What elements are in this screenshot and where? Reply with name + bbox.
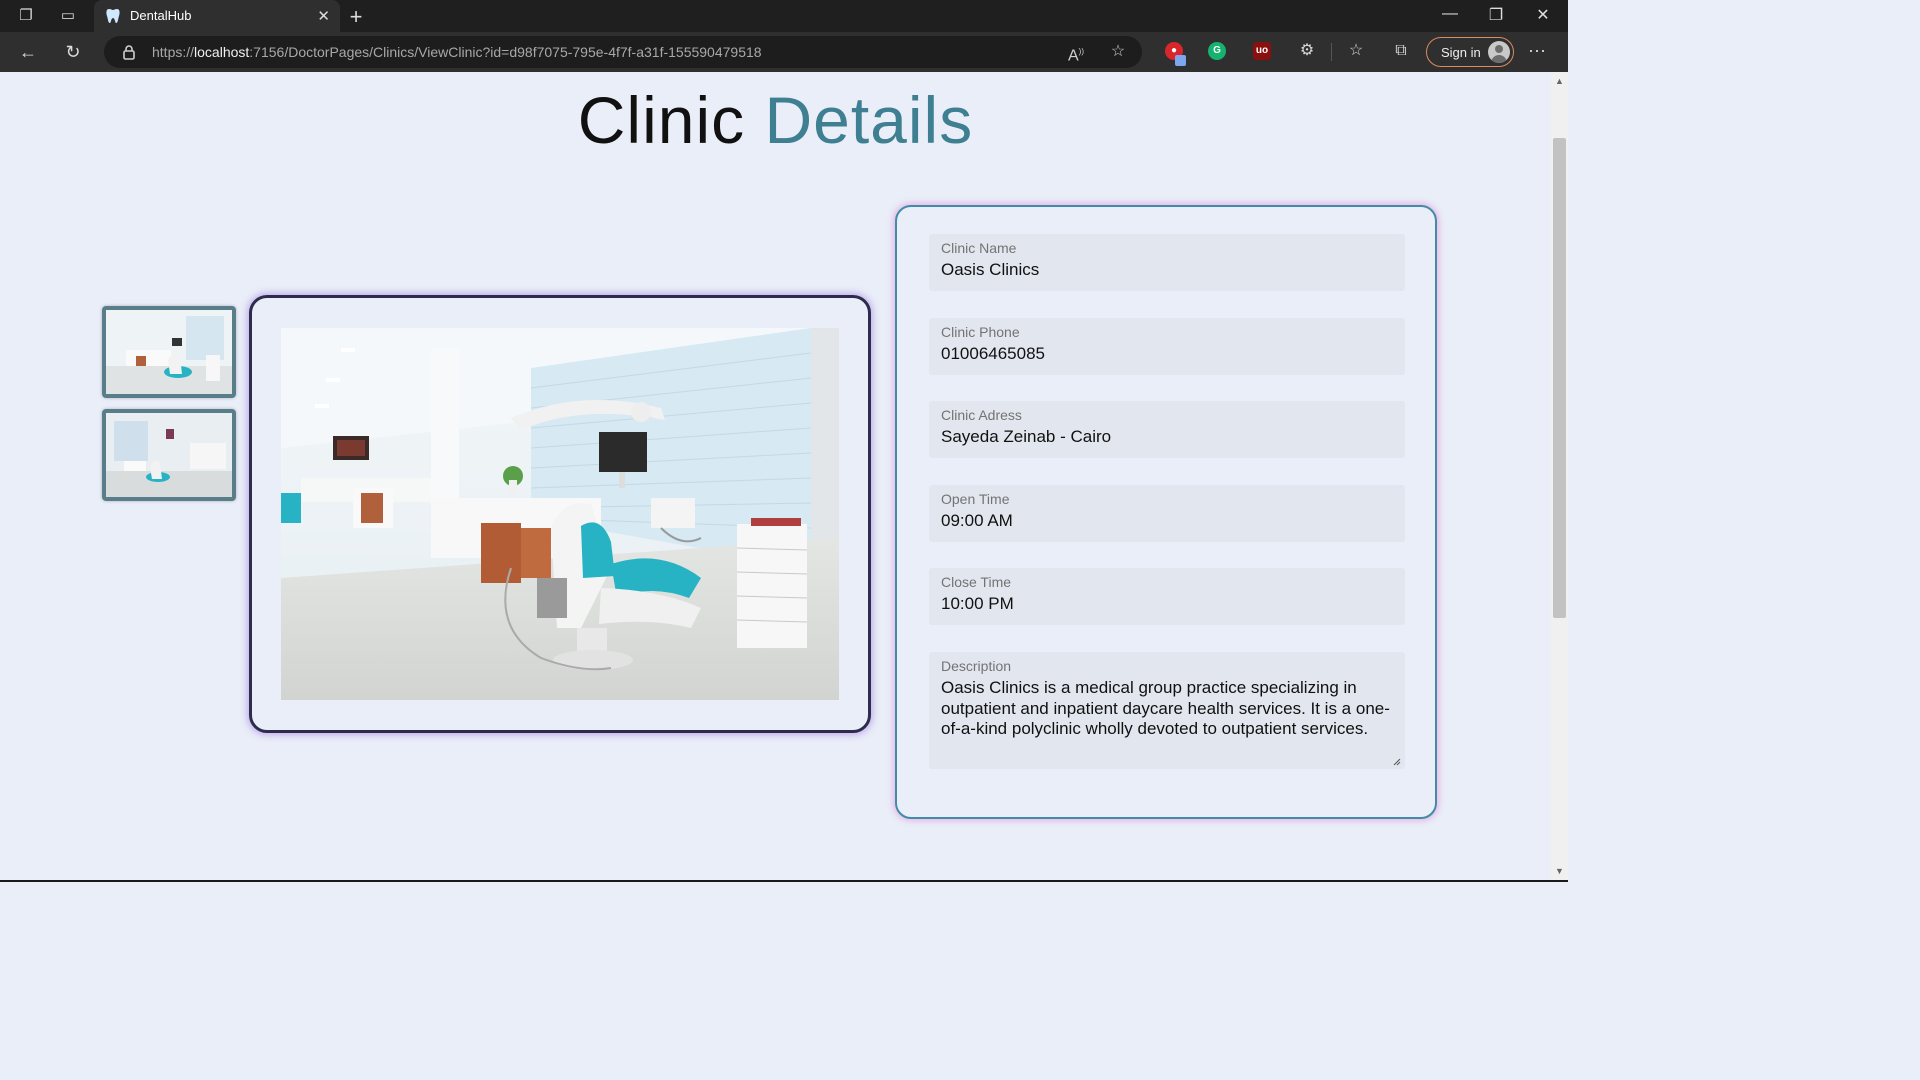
browser-titlebar: ❐ ▭ DentalHub ✕ + — ❐ ✕ [0, 0, 1568, 32]
clinic-phone-label: Clinic Phone [941, 324, 1020, 340]
page-title: Clinic Details [0, 82, 1551, 158]
minimize-icon[interactable]: — [1435, 5, 1465, 23]
sign-in-button[interactable]: Sign in [1426, 37, 1514, 67]
resize-grip-icon[interactable] [1393, 758, 1401, 766]
description-textarea[interactable]: Description Oasis Clinics is a medical g… [929, 652, 1405, 769]
tooth-icon [106, 9, 120, 23]
tab-title: DentalHub [130, 8, 192, 23]
close-time-value: 10:00 PM [941, 594, 1014, 613]
clinic-name-label: Clinic Name [941, 240, 1017, 256]
more-menu-icon[interactable]: ··· [1528, 40, 1546, 61]
sign-in-label: Sign in [1441, 45, 1481, 60]
page-title-part1: Clinic [577, 83, 746, 157]
clinic-name-value: Oasis Clinics [941, 260, 1040, 279]
page-title-part2: Details [764, 83, 974, 157]
new-tab-icon[interactable]: + [345, 4, 367, 30]
tab-actions-icon[interactable]: ▭ [58, 6, 78, 26]
clinic-address-value: Sayeda Zeinab - Cairo [941, 427, 1112, 446]
main-image-frame [249, 295, 871, 733]
dental-clinic-image [281, 328, 839, 700]
back-icon[interactable]: ← [16, 40, 40, 64]
restore-icon[interactable]: ❐ [1481, 5, 1511, 25]
open-time-field[interactable]: Open Time 09:00 AM [929, 485, 1405, 542]
toolbar-separator [1331, 43, 1332, 61]
lock-icon [123, 45, 135, 60]
gallery-thumbnail-1[interactable] [102, 306, 236, 398]
ublock-icon[interactable]: uo [1253, 42, 1271, 60]
clinic-address-field[interactable]: Clinic Adress Sayeda Zeinab - Cairo [929, 401, 1405, 458]
close-time-label: Close Time [941, 574, 1012, 590]
scrollbar-thumb[interactable] [1553, 138, 1566, 618]
clinic-details-card: Clinic Name Oasis Clinics Clinic Phone 0… [895, 205, 1437, 819]
favorite-star-icon[interactable]: ☆ [1108, 42, 1128, 62]
grammarly-icon[interactable]: G [1208, 42, 1226, 60]
gallery-thumbnail-2[interactable] [102, 409, 236, 501]
open-time-value: 09:00 AM [941, 511, 1013, 530]
description-label: Description [941, 658, 1012, 674]
open-time-label: Open Time [941, 491, 1010, 507]
main-clinic-photo [281, 328, 839, 700]
scroll-up-icon[interactable]: ▲ [1555, 76, 1564, 86]
favorites-icon[interactable]: ☆ [1346, 41, 1366, 61]
browser-toolbar: ← ↻ https://localhost:7156/DoctorPages/C… [0, 32, 1568, 72]
collections-icon[interactable]: ⧉ [1391, 41, 1411, 61]
extension-badge-icon [1175, 55, 1186, 66]
avatar-icon [1488, 41, 1510, 63]
close-window-icon[interactable]: ✕ [1528, 5, 1558, 25]
close-time-field[interactable]: Close Time 10:00 PM [929, 568, 1405, 625]
read-aloud-icon[interactable]: A)) [1066, 42, 1086, 64]
clinic-phone-field[interactable]: Clinic Phone 01006465085 [929, 318, 1405, 375]
clinic-address-label: Clinic Adress [941, 407, 1022, 423]
description-value: Oasis Clinics is a medical group practic… [941, 678, 1390, 738]
scroll-down-icon[interactable]: ▼ [1555, 866, 1564, 876]
clinic-photo-thumbnail-2 [106, 413, 232, 497]
browser-tab[interactable]: DentalHub ✕ [94, 0, 340, 32]
extensions-icon[interactable]: ⚙ [1297, 41, 1317, 61]
address-bar[interactable]: https://localhost:7156/DoctorPages/Clini… [104, 36, 1142, 68]
clinic-name-field[interactable]: Clinic Name Oasis Clinics [929, 234, 1405, 291]
clinic-photo-thumbnail-1 [106, 310, 232, 394]
clinic-phone-value: 01006465085 [941, 344, 1046, 363]
workspaces-icon[interactable]: ❐ [16, 6, 36, 26]
close-tab-icon[interactable]: ✕ [317, 7, 330, 25]
refresh-icon[interactable]: ↻ [61, 40, 85, 64]
url-text[interactable]: https://localhost:7156/DoctorPages/Clini… [152, 44, 762, 60]
bottom-border [0, 880, 1568, 882]
